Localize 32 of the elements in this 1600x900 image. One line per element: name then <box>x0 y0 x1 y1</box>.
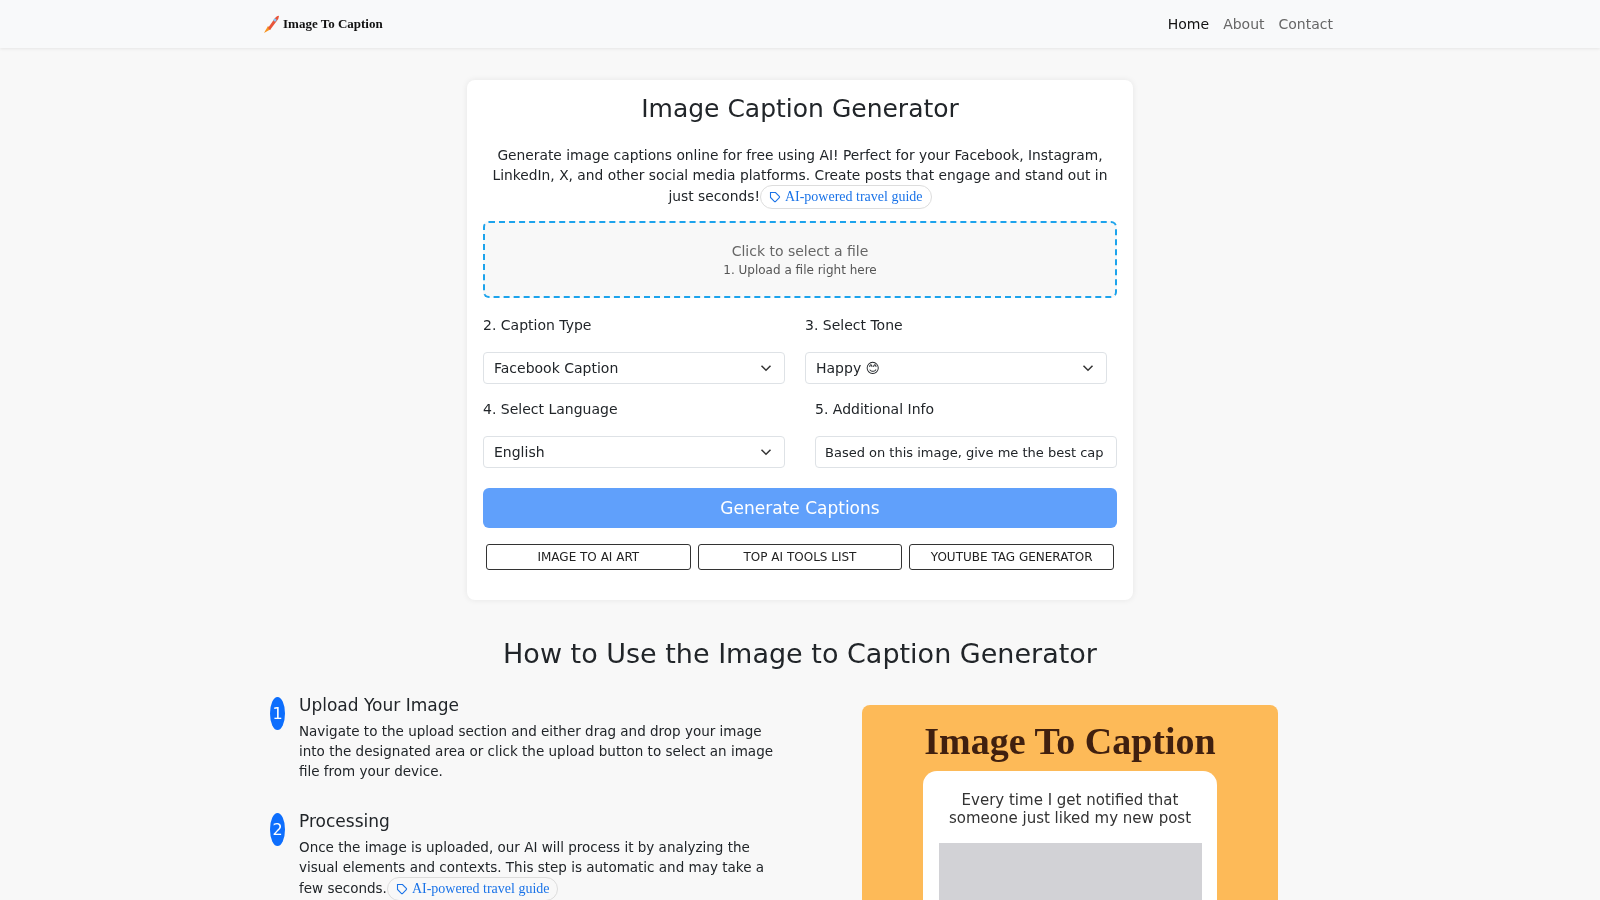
field-label: 2. Caption Type <box>483 316 593 335</box>
intro-text: Generate image captions online for free using AI! Perfect for your Facebook, Instagram, LinkedIn, X, and other social media platforms. Create posts that engage and stand out in just seconds! AI-powered travel guide <box>483 145 1117 209</box>
upload-hint: 1. Upload a file right here <box>723 262 877 277</box>
nav-link[interactable]: About <box>1223 16 1265 32</box>
page-title: Image Caption Generator <box>640 94 960 123</box>
tool-link-button[interactable]: TOP AI TOOLS LIST <box>697 544 903 570</box>
field-label: 3. Select Tone <box>805 316 904 335</box>
section-heading: How to Use the Image to Caption Generator <box>502 638 1098 669</box>
step-text: Once the image is uploaded, our AI will process it by analyzing the visual elements and contexts. This step is automatic and may take a few seconds. AI-powered travel guide <box>299 837 790 900</box>
input-field[interactable]: Based on this image, give me the best cap <box>815 436 1117 468</box>
field-label: 5. Additional Info <box>815 400 936 419</box>
select-field[interactable]: Happy 😊 <box>805 352 1107 384</box>
select-field[interactable]: English <box>483 436 785 468</box>
upload-title: Click to select a file <box>731 242 869 259</box>
illustration-title: Image To Caption <box>924 719 1216 763</box>
nav-link[interactable]: Contact <box>1278 16 1333 32</box>
step-number: 2 <box>270 813 285 846</box>
tag-icon <box>768 191 781 203</box>
post-caption: Every time I get notified that someone just liked my new post <box>947 791 1193 827</box>
step-title: Processing <box>299 811 391 831</box>
tool-link-button[interactable]: YOUTUBE TAG GENERATOR <box>909 544 1114 570</box>
select-field[interactable]: Facebook Caption <box>483 352 785 384</box>
step-title: Upload Your Image <box>299 695 460 715</box>
tool-link-button[interactable]: IMAGE TO AI ART <box>486 544 691 570</box>
brand-logo[interactable]: Image To Caption <box>262 14 383 34</box>
step-number: 1 <box>270 697 285 730</box>
nav-link[interactable]: Home <box>1167 16 1210 32</box>
rocket-icon <box>262 14 280 34</box>
tag-icon <box>395 883 408 895</box>
step-text: Navigate to the upload section and either drag and drop your image into the designated area or click the upload button to select an image file from your device. <box>299 722 775 781</box>
field-label: 4. Select Language <box>483 400 619 419</box>
upload-dropzone[interactable]: Click to select a file 1. Upload a file right here <box>483 221 1117 298</box>
